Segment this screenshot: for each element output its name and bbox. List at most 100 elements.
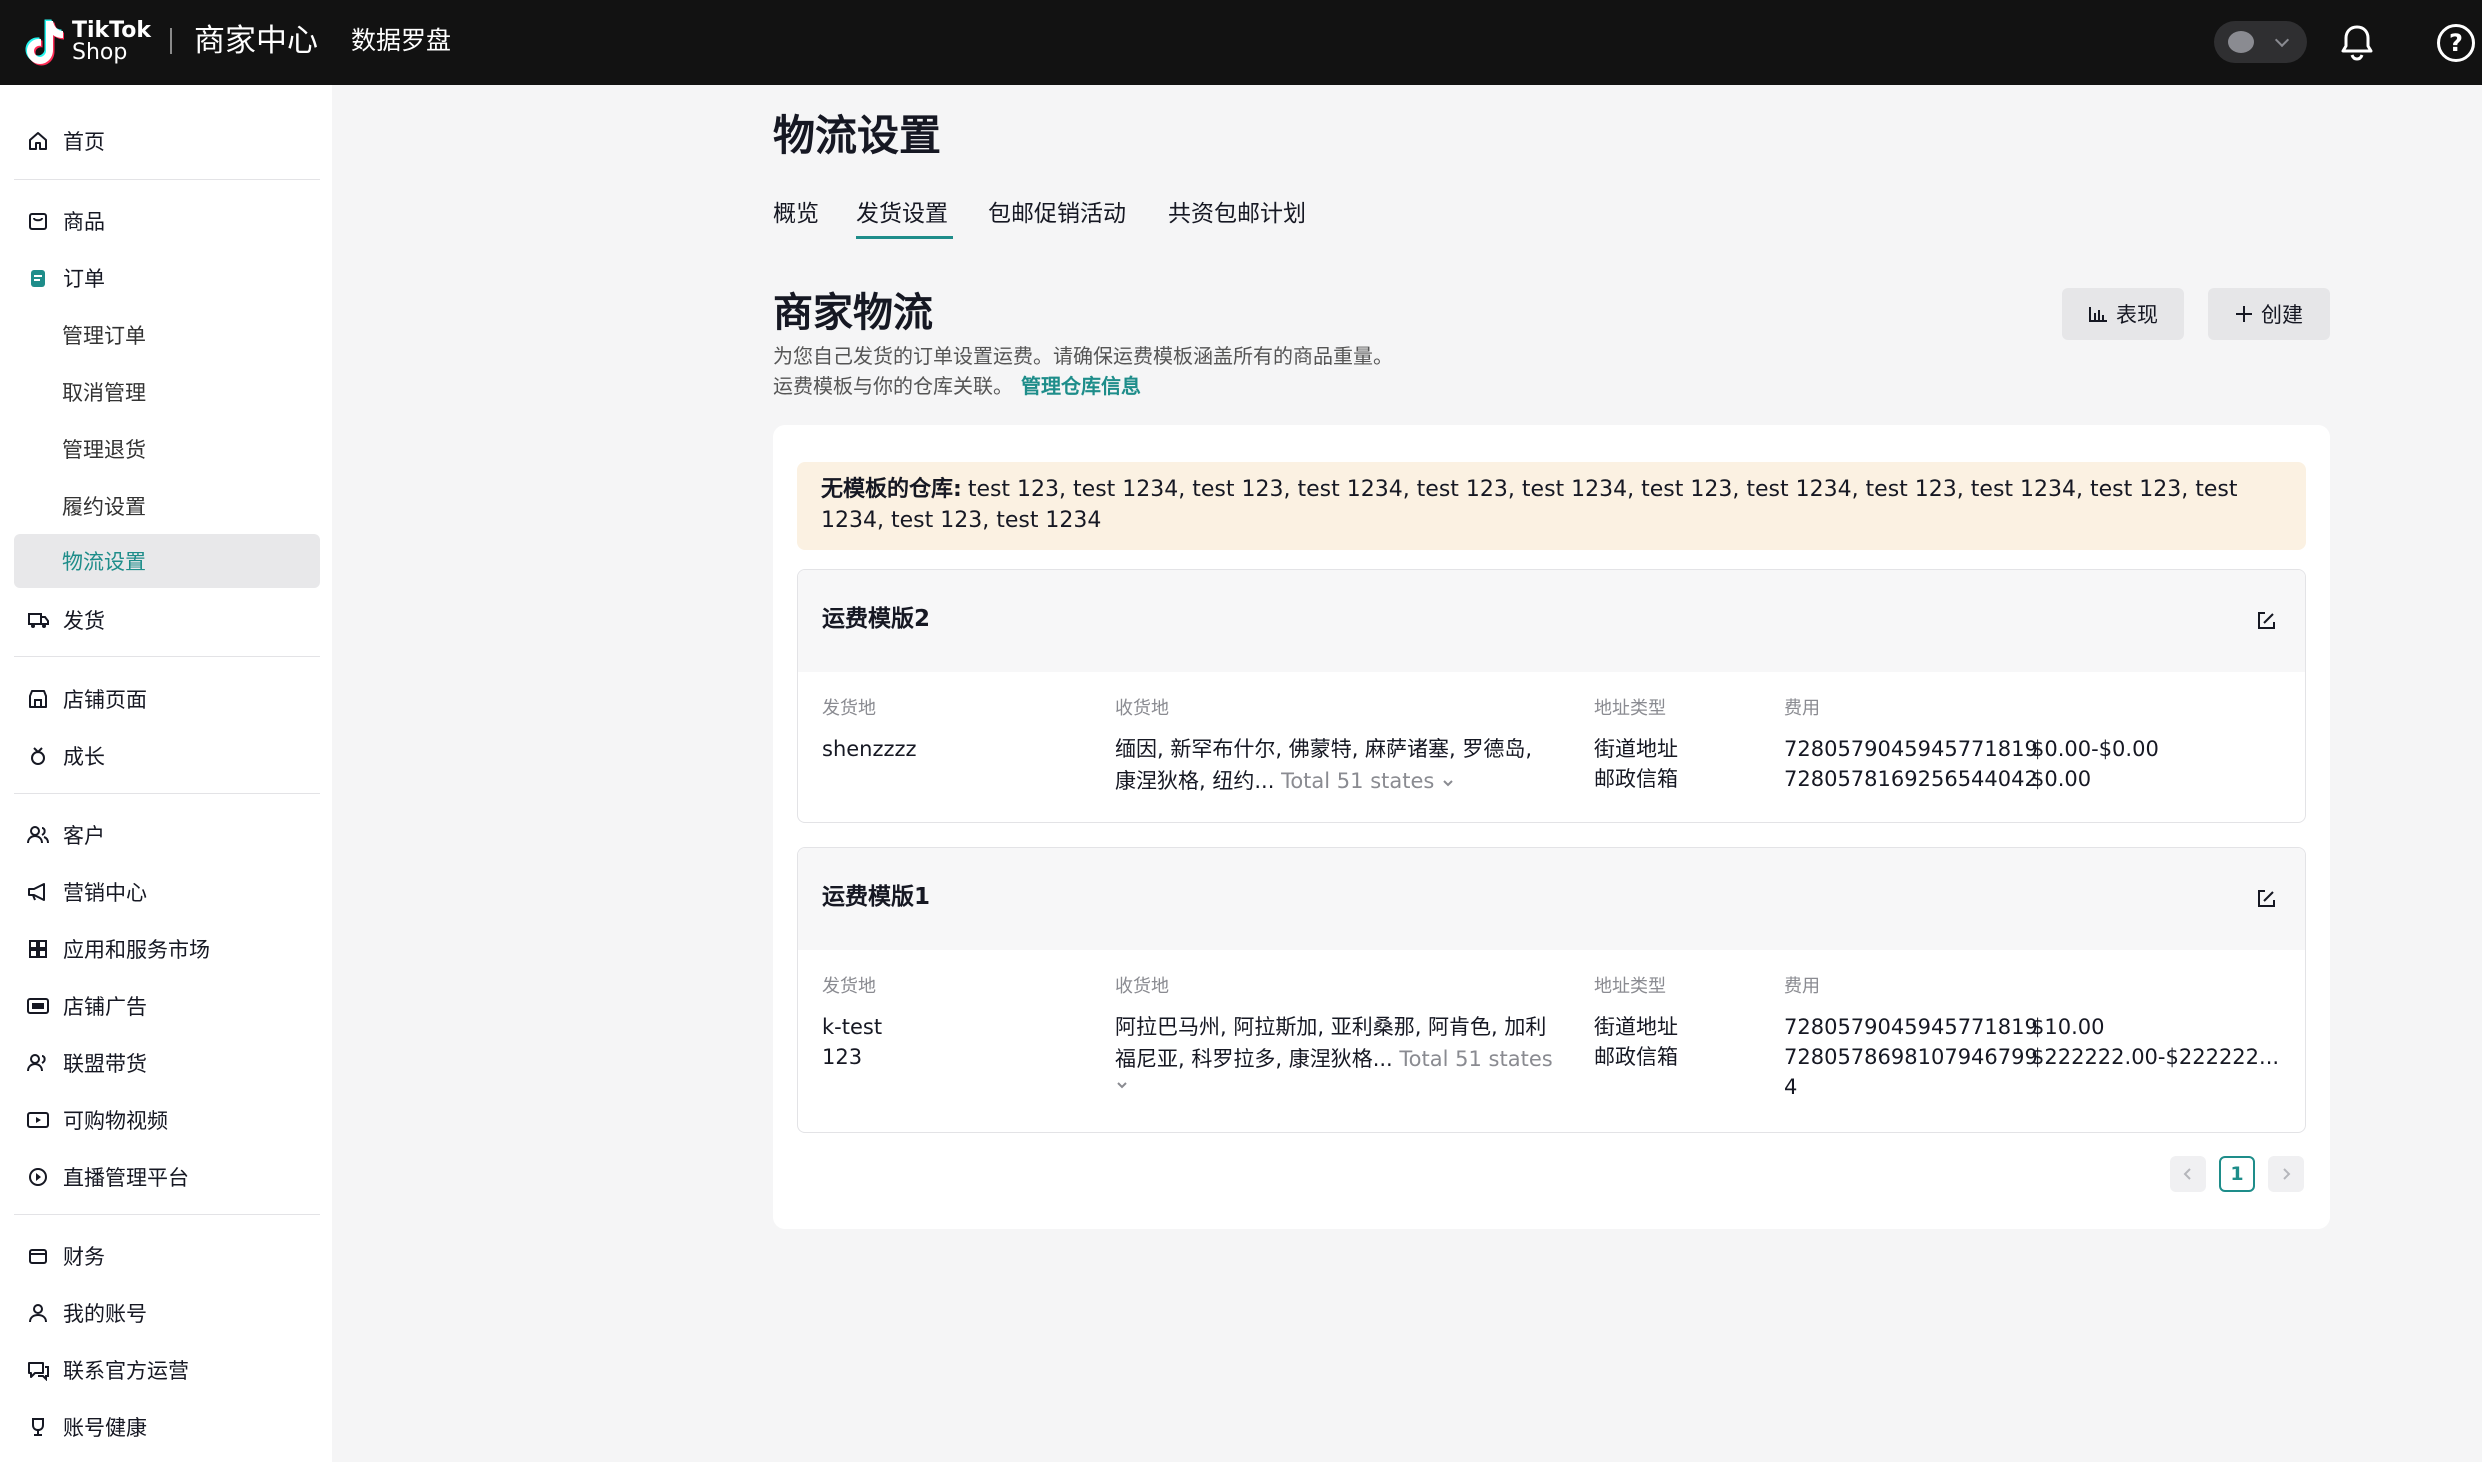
edit-icon[interactable] [2255,888,2277,910]
fee-amount: $222222.00-$222222... [2031,1045,2280,1069]
trophy-icon [25,1414,51,1440]
sidebar-item-label: 客户 [63,824,105,848]
edit-icon[interactable] [2255,610,2277,632]
destination-line: 康涅狄格, 纽约... Total 51 states [1115,766,1455,796]
growth-icon [25,743,51,769]
template-header: 运费模版1 [798,848,2305,950]
sidebar-item-my-account[interactable]: 我的账号 [14,1286,320,1340]
tab-co-funded-shipping[interactable]: 共资包邮计划 [1168,198,1306,230]
sidebar-divider [14,656,320,657]
create-button[interactable]: 创建 [2208,288,2330,340]
sidebar-item-manage-orders[interactable]: 管理订单 [14,308,320,362]
sidebar-item-label: 成长 [63,745,105,769]
sidebar-item-contact-ops[interactable]: 联系官方运营 [14,1343,320,1397]
contact-icon [25,1357,51,1383]
sidebar-item-affiliate[interactable]: 联盟带货 [14,1036,320,1090]
sidebar-item-store-ads[interactable]: 店铺广告 [14,979,320,1033]
sidebar-item-finance[interactable]: 财务 [14,1229,320,1283]
chat-bubble-icon [2228,31,2254,53]
origin-value: shenzzzz [822,737,917,761]
warning-text: test 123, test 1234, test 123, test 1234… [821,477,2238,533]
sidebar-item-label: 店铺页面 [63,688,147,712]
sidebar-item-shipping[interactable]: 发货 [14,593,320,647]
manage-warehouse-link[interactable]: 管理仓库信息 [1021,374,1141,398]
col-fee-header: 费用 [1784,976,1820,997]
shipping-icon [25,607,51,633]
sidebar-item-home[interactable]: 首页 [14,114,320,168]
customers-icon [25,822,51,848]
sidebar-item-returns[interactable]: 管理退货 [14,422,320,476]
fee-id: 7280578169256544042 [1784,767,2038,791]
sidebar-item-cancellations[interactable]: 取消管理 [14,365,320,419]
sidebar-item-label: 管理退货 [62,438,146,462]
template-header: 运费模版2 [798,570,2305,672]
fee-id: 7280579045945771819 [1784,737,2038,761]
sidebar-item-logistics-settings[interactable]: 物流设置 [14,534,320,588]
sidebar-divider [14,793,320,794]
logo-divider [170,28,172,54]
destination-text: 康涅狄格, 纽约... [1115,769,1275,793]
section-description: 为您自己发货的订单设置运费。请确保运费模板涵盖所有的商品重量。 [773,344,1393,368]
address-type: 邮政信箱 [1594,1045,1678,1069]
sidebar-item-label: 管理订单 [62,324,146,348]
chevron-right-icon [2283,1168,2291,1180]
col-address-type-header: 地址类型 [1594,698,1666,719]
sidebar-item-marketing[interactable]: 营销中心 [14,865,320,919]
shipping-template-card: 运费模版2 发货地 收货地 地址类型 费用 shenzzzz 缅因, 新罕布什尔… [797,569,2306,823]
sidebar-item-orders[interactable]: 订单 [14,251,320,305]
top-bar: TikTok Shop 商家中心 数据罗盘 ? [0,0,2482,85]
tab-free-shipping-promo[interactable]: 包邮促销活动 [988,198,1126,230]
next-page-button[interactable] [2268,1156,2304,1192]
sidebar-item-label: 订单 [63,267,105,291]
help-icon[interactable]: ? [2437,24,2475,62]
tiktok-shop-logo[interactable]: TikTok Shop [24,16,151,68]
finance-icon [25,1243,51,1269]
sidebar-item-customers[interactable]: 客户 [14,808,320,862]
section-description-2: 运费模板与你的仓库关联。 管理仓库信息 [773,372,1141,400]
sidebar-divider [14,179,320,180]
bar-chart-icon [2088,305,2108,323]
prev-page-button[interactable] [2170,1156,2206,1192]
destination-total-toggle[interactable]: Total 51 states [1281,769,1455,793]
page-number[interactable]: 1 [2219,1156,2255,1192]
app-title: 商家中心 [194,23,318,59]
sidebar-item-app-market[interactable]: 应用和服务市场 [14,922,320,976]
sidebar-item-label: 首页 [63,130,105,154]
chevron-down-icon [2274,32,2290,48]
sidebar-item-label: 物流设置 [62,550,146,574]
bell-icon[interactable] [2337,22,2377,62]
store-icon [25,686,51,712]
tiktok-logo-icon [25,19,64,66]
sidebar-item-growth[interactable]: 成长 [14,729,320,783]
sidebar-item-fulfillment-settings[interactable]: 履约设置 [14,479,320,533]
section-title: 商家物流 [773,290,933,336]
col-fee-header: 费用 [1784,698,1820,719]
sidebar-item-shoppable-video[interactable]: 可购物视频 [14,1093,320,1147]
sidebar-item-label: 联盟带货 [63,1052,147,1076]
sidebar-item-label: 商品 [63,210,105,234]
tab-overview[interactable]: 概览 [773,198,819,230]
col-destination-header: 收货地 [1115,698,1169,719]
sidebar-item-products[interactable]: 商品 [14,194,320,248]
destination-text: 福尼亚, 科罗拉多, 康涅狄格... [1115,1047,1393,1071]
page-title: 物流设置 [773,111,942,160]
fee-id: 7280578698107946799 [1784,1045,2038,1069]
destination-total[interactable]: Total 51 states [1399,1047,1552,1071]
tab-shipping-settings[interactable]: 发货设置 [856,198,948,230]
logo-wordmark: TikTok Shop [72,20,151,64]
chat-dropdown[interactable] [2214,21,2307,63]
data-compass-link[interactable]: 数据罗盘 [351,24,451,58]
order-icon [25,265,51,291]
sidebar-item-label: 财务 [63,1245,105,1269]
performance-button[interactable]: 表现 [2062,288,2184,340]
fee-amount: $10.00 [2031,1015,2105,1039]
address-type: 邮政信箱 [1594,767,1678,791]
apps-icon [25,936,51,962]
sidebar-item-live-platform[interactable]: 直播管理平台 [14,1150,320,1204]
sidebar-item-account-health[interactable]: 账号健康 [14,1400,320,1454]
sidebar-item-store-page[interactable]: 店铺页面 [14,672,320,726]
sidebar-item-label: 发货 [63,609,105,633]
chevron-down-icon[interactable] [1115,1080,1129,1090]
sidebar-item-label: 履约设置 [62,495,146,519]
fee-amount: $0.00-$0.00 [2031,737,2159,761]
